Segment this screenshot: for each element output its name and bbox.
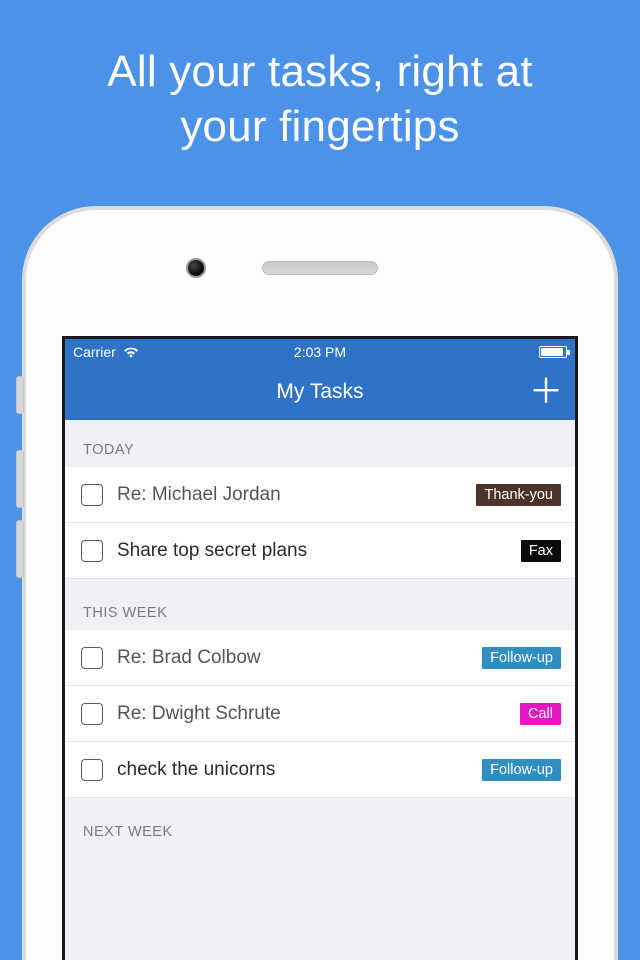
task-list[interactable]: TODAY Re: Michael Jordan Thank-you Share to… (65, 420, 575, 849)
section-header: NEXT WEEK (65, 798, 575, 849)
clock: 2:03 PM (65, 344, 575, 360)
task-tag: Follow-up (482, 759, 561, 781)
task-checkbox[interactable] (81, 647, 103, 669)
nav-bar: My Tasks ＋ (65, 365, 575, 420)
carrier-label: Carrier (73, 344, 116, 360)
promo-line-1: All your tasks, right at (107, 47, 532, 96)
page-title: My Tasks (276, 380, 363, 404)
task-row[interactable]: Re: Brad Colbow Follow-up (65, 630, 575, 686)
phone-side-button (16, 376, 24, 414)
status-bar: Carrier 2:03 PM (65, 339, 575, 365)
phone-camera (186, 258, 206, 278)
task-row[interactable]: Re: Dwight Schrute Call (65, 686, 575, 742)
phone-screen: Carrier 2:03 PM My Tasks ＋ TODAYRe: Mich… (62, 336, 578, 960)
promo-headline: All your tasks, right at your fingertips (0, 0, 640, 154)
task-checkbox[interactable] (81, 484, 103, 506)
add-task-button[interactable]: ＋ (529, 375, 563, 409)
phone-side-button (16, 450, 24, 508)
section-header: TODAY (65, 420, 575, 467)
task-title: Re: Dwight Schrute (117, 703, 506, 725)
phone-side-button (16, 520, 24, 578)
wifi-icon (123, 346, 139, 358)
phone-frame: Carrier 2:03 PM My Tasks ＋ TODAYRe: Mich… (22, 206, 618, 960)
battery-icon (539, 346, 567, 358)
task-title: Re: Michael Jordan (117, 484, 462, 506)
task-tag: Fax (521, 540, 561, 562)
promo-line-2: your fingertips (180, 102, 459, 151)
task-title: Share top secret plans (117, 540, 507, 562)
task-checkbox[interactable] (81, 703, 103, 725)
task-tag: Thank-you (476, 484, 561, 506)
task-tag: Follow-up (482, 647, 561, 669)
phone-earpiece (262, 261, 378, 275)
task-title: check the unicorns (117, 759, 468, 781)
task-checkbox[interactable] (81, 759, 103, 781)
task-row[interactable]: check the unicorns Follow-up (65, 742, 575, 798)
task-checkbox[interactable] (81, 540, 103, 562)
task-title: Re: Brad Colbow (117, 647, 468, 669)
section-header: THIS WEEK (65, 579, 575, 630)
task-row[interactable]: Re: Michael Jordan Thank-you (65, 467, 575, 523)
task-row[interactable]: Share top secret plans Fax (65, 523, 575, 579)
task-tag: Call (520, 703, 561, 725)
